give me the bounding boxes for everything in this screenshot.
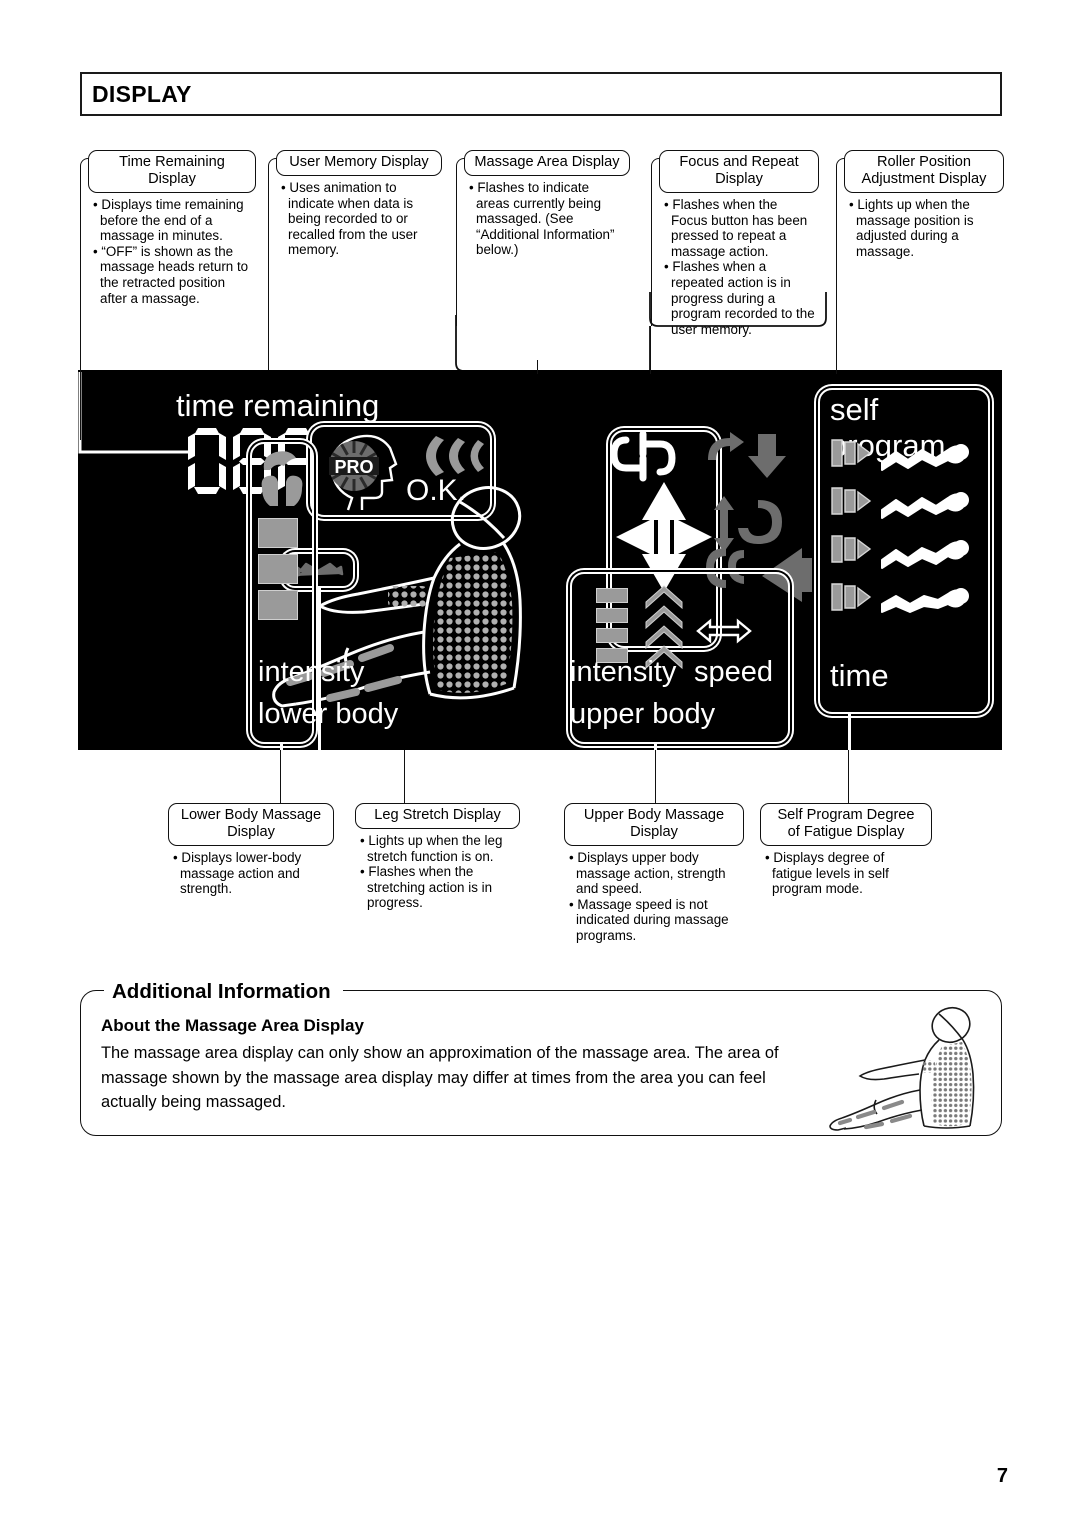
- callout-title-massage-area: Massage Area Display: [464, 150, 630, 176]
- callout-bullet: • Displays degree of fatigue levels in s…: [765, 850, 889, 897]
- callout-bullet: • Displays lower-body massage action and…: [173, 850, 302, 897]
- intensity-bar: [258, 590, 298, 620]
- callout-title-self-program-fatigue: Self Program Degree of Fatigue Display: [760, 803, 932, 846]
- callout-body-self-program-fatigue: • Displays degree of fatigue levels in s…: [760, 846, 932, 897]
- callout-body-lower-body-massage: • Displays lower-body massage action and…: [168, 846, 334, 897]
- svg-text:PRO: PRO: [334, 457, 373, 477]
- intensity-bar: [258, 518, 298, 548]
- lcd-upper-speed-label: speed: [694, 656, 774, 688]
- lcd-lead-self-program: [848, 712, 851, 750]
- callout-title-leg-stretch: Leg Stretch Display: [355, 803, 520, 829]
- callout-body-time-remaining: • Displays time remaining before the end…: [88, 193, 256, 306]
- lcd-lower-intensity-bars: [258, 518, 298, 620]
- fatigue-row: [831, 535, 969, 569]
- callout-lead-focus-repeat: [650, 326, 651, 374]
- callout-lead-leg-stretch: [404, 750, 405, 804]
- lcd-lead-leg-stretch: [318, 586, 321, 750]
- lcd-lead-lower-body: [280, 742, 283, 750]
- callout-stem-user-memory: [268, 158, 280, 370]
- intensity-bar: [258, 554, 298, 584]
- callout-bullet: • Lights up when the leg stretch functio…: [360, 833, 503, 864]
- lcd-lead-time-remaining: [78, 372, 190, 454]
- callout-body-leg-stretch: • Lights up when the leg stretch functio…: [355, 829, 520, 911]
- lcd-upper-intensity-label: intensity: [570, 656, 677, 688]
- lcd-display-panel: time remaining 08F: [78, 370, 1002, 750]
- callout-bullet: • Displays upper body massage action, st…: [569, 850, 726, 897]
- callout-leg-stretch: Leg Stretch Display • Lights up when the…: [355, 803, 520, 911]
- callout-body-massage-area: • Flashes to indicate areas currently be…: [464, 176, 630, 258]
- callout-stem-time-remaining: [80, 158, 92, 440]
- callout-bullet: • Flashes to indicate areas currently be…: [469, 180, 615, 258]
- lcd-fatigue-rows: [831, 439, 969, 613]
- callout-title-upper-body-massage: Upper Body Massage Display: [564, 803, 744, 846]
- callout-lower-body-massage: Lower Body Massage Display • Displays low…: [168, 803, 334, 897]
- lcd-lower-body-label: lower body: [258, 698, 399, 730]
- callout-self-program-fatigue: Self Program Degree of Fatigue Display • …: [760, 803, 932, 897]
- page-number: 7: [996, 1465, 1008, 1487]
- callout-massage-area: Massage Area Display • Flashes to indica…: [464, 150, 630, 258]
- lcd-lead-upper-body: [654, 742, 657, 750]
- additional-information-subtitle: About the Massage Area Display: [101, 1016, 364, 1035]
- width-double-arrow-icon: [696, 618, 752, 644]
- additional-information-body: The massage area display can only show a…: [101, 1044, 779, 1111]
- callout-bullet: • “OFF” is shown as the massage heads re…: [93, 243, 249, 306]
- callout-bullet: • Uses animation to indicate when data i…: [281, 180, 418, 258]
- callout-lead-self-program-fatigue: [848, 750, 849, 804]
- lcd-lower-intensity-label: intensity: [258, 656, 365, 688]
- repeat-loop-icon: [610, 430, 676, 482]
- memory-animation-waves-icon: [426, 436, 484, 476]
- callout-upper-body-massage: Upper Body Massage Display • Displays upp…: [564, 803, 744, 944]
- callout-connector-massage-area: [455, 315, 539, 380]
- callout-bullet: • Lights up when the massage position is…: [849, 197, 974, 259]
- callout-connector-focus-repeat: [649, 292, 827, 378]
- callout-body-upper-body-massage: • Displays upper body massage action, st…: [564, 846, 744, 944]
- callout-lead-roller-position: [836, 268, 837, 374]
- callout-title-roller-position: Roller Position Adjustment Display: [844, 150, 1004, 193]
- lcd-upper-intensity-bars: [596, 588, 628, 663]
- intensity-bar: [596, 608, 628, 623]
- callout-title-lower-body-massage: Lower Body Massage Display: [168, 803, 334, 846]
- callout-roller-position: Roller Position Adjustment Display • Ligh…: [844, 150, 1004, 259]
- callout-time-remaining: Time Remaining Display • Displays time r…: [88, 150, 256, 306]
- reclined-person-illustration: [829, 1006, 975, 1131]
- section-header: DISPLAY: [80, 72, 1002, 116]
- callout-title-time-remaining: Time Remaining Display: [88, 150, 256, 193]
- callout-body-roller-position: • Lights up when the massage position is…: [844, 193, 1004, 259]
- callout-stem-massage-area: [456, 158, 468, 326]
- callout-lead-massage-area: [537, 360, 538, 374]
- callout-title-focus-repeat: Focus and Repeat Display: [659, 150, 819, 193]
- fatigue-row: [831, 487, 969, 519]
- callout-user-memory: User Memory Display • Uses animation to …: [276, 150, 442, 258]
- callout-bullet: • Flashes when the stretching action is …: [360, 864, 493, 911]
- intensity-bar: [596, 628, 628, 643]
- callout-lead-lower-body-massage: [280, 750, 281, 804]
- fatigue-row: [831, 439, 969, 471]
- lower-body-action-icon: [261, 451, 303, 506]
- intensity-bar: [596, 588, 628, 603]
- additional-information-title: Additional Information: [104, 980, 343, 1004]
- callout-title-user-memory: User Memory Display: [276, 150, 442, 176]
- callout-bullet: • Flashes when the Focus button has been…: [664, 197, 808, 259]
- lcd-upper-body-label: upper body: [570, 698, 716, 730]
- lcd-time-label: time: [830, 658, 889, 693]
- callout-body-user-memory: • Uses animation to indicate when data i…: [276, 176, 442, 258]
- callout-bullet: • Displays time remaining before the end…: [93, 197, 244, 244]
- fatigue-row: [831, 583, 969, 613]
- callout-lead-upper-body-massage: [655, 750, 656, 804]
- page-title: DISPLAY: [92, 80, 192, 107]
- callout-bullet: • Massage speed is not indicated during …: [569, 896, 729, 943]
